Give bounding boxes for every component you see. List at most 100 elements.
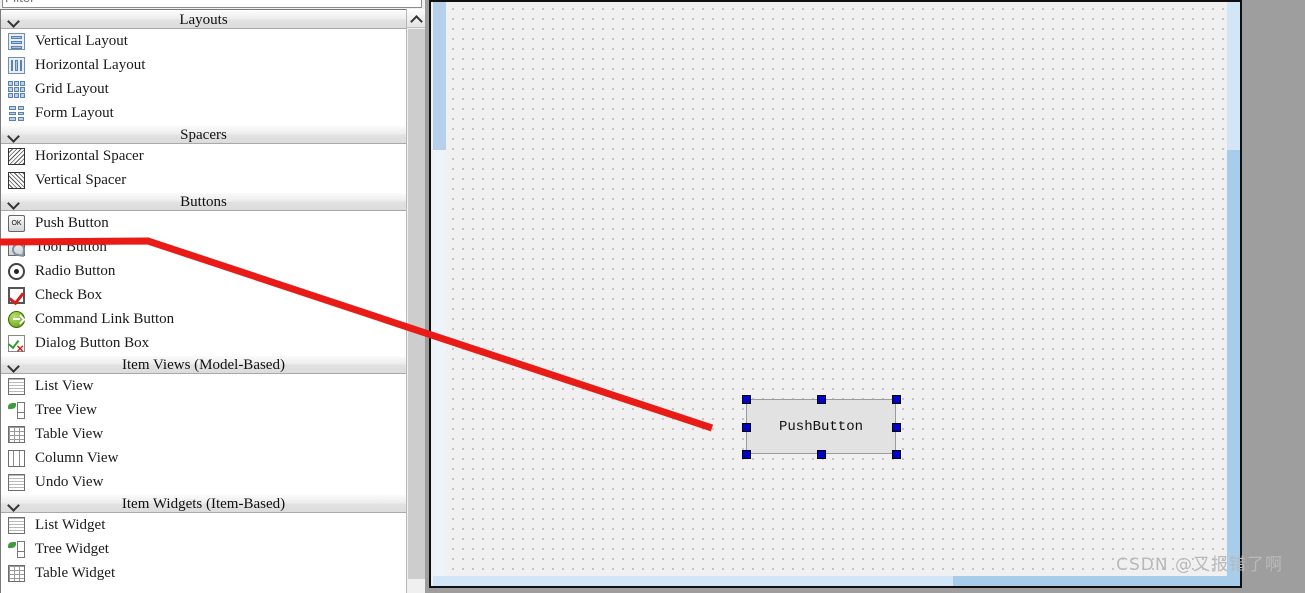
list-item[interactable]: Vertical Spacer: [1, 168, 406, 192]
list-item-label: Table Widget: [35, 565, 116, 581]
widget-filter-input[interactable]: [2, 0, 422, 8]
form-horizontal-scrollbar[interactable]: [433, 576, 1240, 586]
form-canvas[interactable]: PushButton: [446, 2, 1227, 576]
list-item[interactable]: Horizontal Layout: [1, 53, 406, 77]
list-widget-icon: [8, 517, 25, 534]
group-header-label: Item Views (Model-Based): [122, 357, 285, 373]
scrollbar-thumb[interactable]: [408, 29, 425, 579]
list-item[interactable]: Check Box: [1, 283, 406, 307]
horizontal-layout-icon: [8, 57, 25, 74]
list-item-label: Vertical Layout: [35, 33, 128, 49]
resize-handle-middle-left[interactable]: [742, 423, 751, 432]
list-item-label: Dialog Button Box: [35, 335, 150, 351]
pushbutton-widget[interactable]: PushButton: [746, 399, 896, 454]
form-vertical-scrollbar-right[interactable]: [1227, 2, 1240, 586]
chevron-down-icon: [7, 193, 21, 212]
scrollbar-thumb[interactable]: [433, 576, 953, 586]
list-item-label: Tree Widget: [35, 541, 109, 557]
list-item-label: Tree View: [35, 402, 98, 418]
widget-box-scrollbar[interactable]: [406, 9, 425, 593]
list-item-label: Grid Layout: [35, 81, 109, 97]
list-item-label: Tool Button: [35, 239, 107, 255]
group-header-label: Layouts: [179, 12, 228, 28]
list-item-label: Form Layout: [35, 105, 114, 121]
list-item-label: Vertical Spacer: [35, 172, 127, 188]
chevron-down-icon: [7, 11, 21, 30]
list-item-label: List View: [35, 378, 94, 394]
list-item[interactable]: Table View: [1, 422, 406, 446]
list-item[interactable]: List Widget: [1, 513, 406, 537]
list-item[interactable]: Dialog Button Box: [1, 331, 406, 355]
list-item[interactable]: Command Link Button: [1, 307, 406, 331]
tool-button-icon: [8, 239, 25, 256]
list-item[interactable]: Column View: [1, 446, 406, 470]
resize-handle-bottom-left[interactable]: [742, 450, 751, 459]
list-item[interactable]: List View: [1, 374, 406, 398]
dialog-button-box-icon: [8, 335, 25, 355]
radio-button-icon: [8, 263, 25, 280]
list-item-label: Horizontal Spacer: [35, 148, 144, 164]
chevron-down-icon: [7, 126, 21, 145]
form-frame: PushButton: [429, 0, 1242, 588]
table-view-icon: [8, 426, 25, 443]
list-item-label: Undo View: [35, 474, 104, 490]
group-header-label: Item Widgets (Item-Based): [121, 496, 286, 512]
list-item[interactable]: Tool Button: [1, 235, 406, 259]
undo-view-icon: [8, 474, 25, 491]
resize-handle-top-left[interactable]: [742, 395, 751, 404]
tree-view-icon: [8, 402, 25, 419]
list-item[interactable]: Table Widget: [1, 561, 406, 585]
scroll-up-arrow-icon[interactable]: [407, 9, 425, 28]
qt-designer-window: Layouts Vertical Layout Horizontal Layou…: [0, 0, 1305, 593]
widget-box-list-inner: Layouts Vertical Layout Horizontal Layou…: [1, 10, 406, 585]
group-header-label: Spacers: [180, 127, 227, 143]
group-header-spacers[interactable]: Spacers: [1, 125, 406, 144]
watermark: CSDN @又报错了啊: [1116, 555, 1283, 575]
widget-box-list[interactable]: Layouts Vertical Layout Horizontal Layou…: [0, 9, 425, 593]
grid-layout-icon: [8, 81, 25, 98]
scrollbar-thumb[interactable]: [433, 2, 446, 150]
widget-box-panel: Layouts Vertical Layout Horizontal Layou…: [0, 0, 425, 593]
list-item[interactable]: Radio Button: [1, 259, 406, 283]
chevron-down-icon: [7, 356, 21, 375]
list-item[interactable]: Tree View: [1, 398, 406, 422]
list-item[interactable]: Tree Widget: [1, 537, 406, 561]
list-item-label: Command Link Button: [35, 311, 175, 327]
list-item[interactable]: Form Layout: [1, 101, 406, 125]
tree-widget-icon: [8, 541, 25, 558]
vertical-layout-icon: [8, 33, 25, 50]
list-item[interactable]: Grid Layout: [1, 77, 406, 101]
column-view-icon: [8, 450, 25, 467]
scrollbar-thumb[interactable]: [1227, 2, 1240, 150]
resize-handle-top-right[interactable]: [892, 395, 901, 404]
list-item-label: Push Button: [35, 215, 109, 231]
group-header-item-views[interactable]: Item Views (Model-Based): [1, 355, 406, 374]
list-view-icon: [8, 378, 25, 395]
list-item[interactable]: Horizontal Spacer: [1, 144, 406, 168]
resize-handle-bottom-right[interactable]: [892, 450, 901, 459]
form-vertical-scrollbar-left[interactable]: [433, 2, 446, 586]
resize-handle-middle-right[interactable]: [892, 423, 901, 432]
list-item-label: Table View: [35, 426, 104, 442]
command-link-button-icon: [8, 311, 25, 328]
group-header-item-widgets[interactable]: Item Widgets (Item-Based): [1, 494, 406, 513]
group-header-buttons[interactable]: Buttons: [1, 192, 406, 211]
group-header-label: Buttons: [180, 194, 227, 210]
check-box-icon: [8, 287, 25, 304]
form-editor-area: PushButton CSDN @又报错了啊: [425, 0, 1305, 593]
list-item-label: Horizontal Layout: [35, 57, 146, 73]
resize-handle-bottom-center[interactable]: [817, 450, 826, 459]
table-widget-icon: [8, 565, 25, 582]
vertical-spacer-icon: [8, 172, 25, 189]
group-header-layouts[interactable]: Layouts: [1, 10, 406, 29]
push-button-icon: OK: [8, 215, 25, 232]
list-item[interactable]: Undo View: [1, 470, 406, 494]
resize-handle-top-center[interactable]: [817, 395, 826, 404]
chevron-down-icon: [7, 495, 21, 514]
list-item[interactable]: Vertical Layout: [1, 29, 406, 53]
selected-widget-pushbutton[interactable]: PushButton: [741, 394, 901, 459]
horizontal-spacer-icon: [8, 148, 25, 165]
form-layout-icon: [8, 105, 25, 122]
list-item-label: Column View: [35, 450, 119, 466]
list-item-push-button[interactable]: OK Push Button: [1, 211, 406, 235]
